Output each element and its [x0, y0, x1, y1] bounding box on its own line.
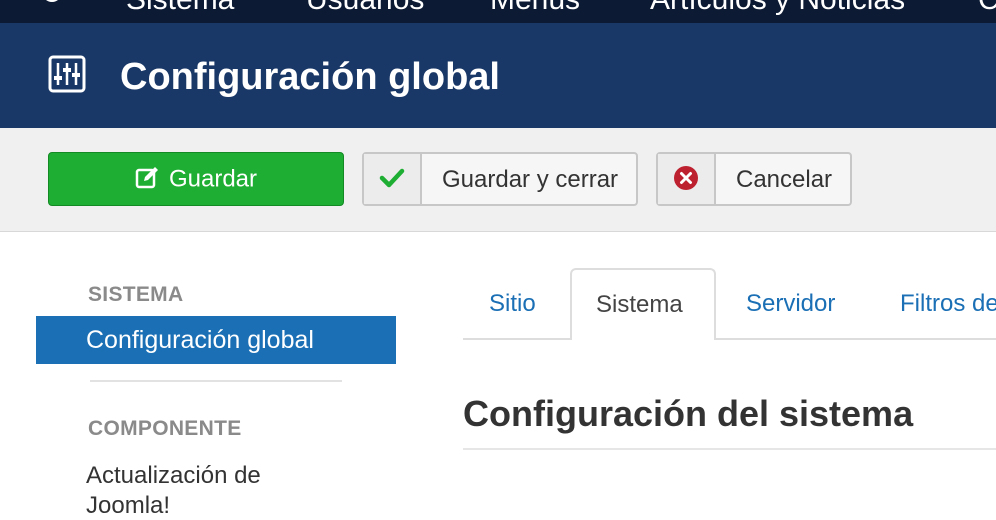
- top-navbar: Sistema Usuarios Menús Artículos y Notic…: [0, 0, 996, 23]
- sidebar-heading-system: SISTEMA: [88, 283, 184, 306]
- joomla-logo-icon[interactable]: [18, 0, 82, 14]
- save-and-close-label: Guardar y cerrar: [442, 166, 619, 193]
- sidebar-heading-component: COMPONENTE: [88, 417, 242, 440]
- cancel-circle-icon: [674, 166, 698, 190]
- tab-label: Sistema: [596, 291, 683, 318]
- save-and-close-icon-box: [364, 154, 422, 204]
- tab-servidor[interactable]: Servidor: [746, 290, 835, 318]
- save-button[interactable]: Guardar: [48, 152, 344, 206]
- nav-item-articulos[interactable]: Artículos y Noticias: [650, 0, 905, 17]
- save-button-label: Guardar: [168, 165, 258, 193]
- page-title: Configuración global: [120, 56, 500, 98]
- sidebar-item-global-configuration[interactable]: Configuración global: [36, 316, 396, 364]
- page-header: Configuración global: [0, 23, 996, 128]
- nav-item-usuarios[interactable]: Usuarios: [306, 0, 424, 17]
- toolbar: Guardar Guardar y cerrar Cancelar: [0, 128, 996, 232]
- tab-filtros[interactable]: Filtros de: [900, 290, 996, 318]
- sidebar-item-joomla-update[interactable]: Actualización de: [86, 462, 261, 490]
- tab-sistema[interactable]: Sistema: [570, 268, 716, 340]
- cancel-label: Cancelar: [736, 166, 833, 193]
- edit-icon: [135, 166, 158, 188]
- cancel-icon-box: [658, 154, 716, 204]
- sidebar-item-joomla-update-line2[interactable]: Joomla!: [86, 492, 170, 520]
- nav-item-menus[interactable]: Menús: [490, 0, 580, 17]
- section-title: Configuración del sistema: [463, 393, 914, 434]
- sliders-icon: [48, 55, 86, 93]
- save-and-close-button[interactable]: Guardar y cerrar: [362, 152, 638, 206]
- sidebar-item-label: Joomla!: [86, 492, 171, 519]
- check-icon: [379, 168, 405, 188]
- nav-item-componentes[interactable]: C: [978, 0, 996, 17]
- tabs-baseline: [463, 338, 996, 340]
- cancel-button[interactable]: Cancelar: [656, 152, 852, 206]
- sidebar-item-label: Actualización de: [86, 462, 261, 489]
- nav-item-sistema[interactable]: Sistema: [126, 0, 234, 17]
- tab-sitio[interactable]: Sitio: [489, 290, 536, 318]
- section-divider: [463, 448, 996, 450]
- sidebar-item-label: Configuración global: [86, 326, 314, 354]
- sidebar-divider: [90, 380, 342, 382]
